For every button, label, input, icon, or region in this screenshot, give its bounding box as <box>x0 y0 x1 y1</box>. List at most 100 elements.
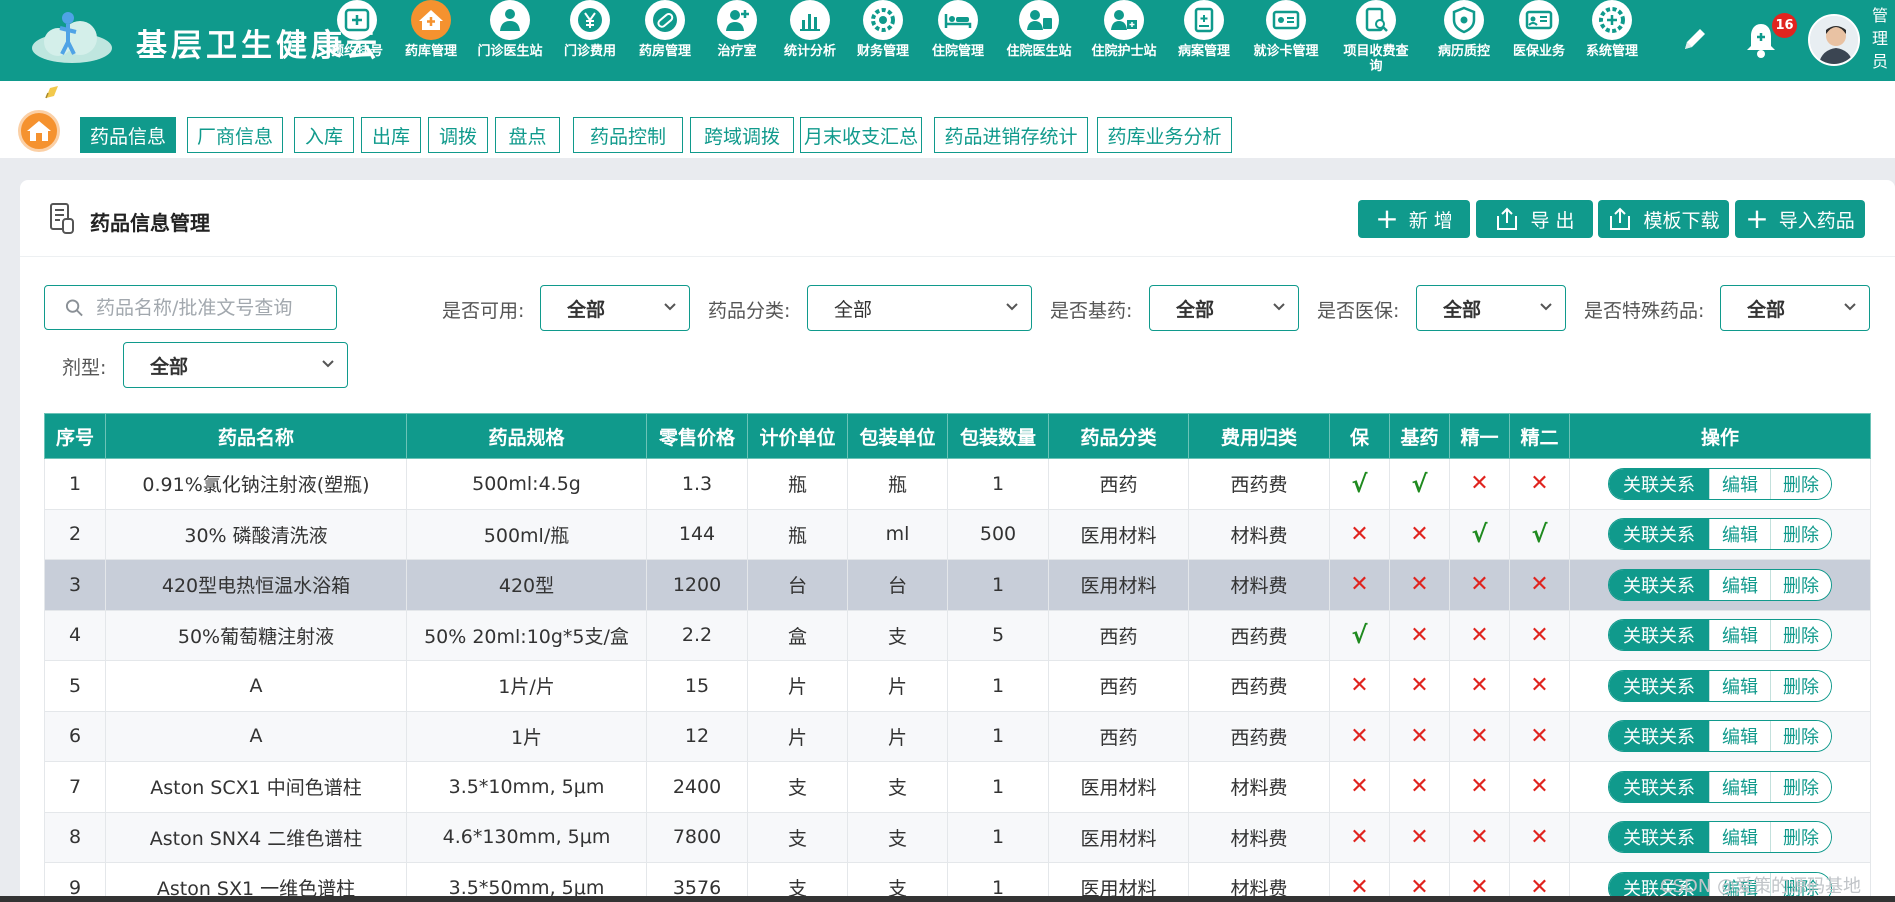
table-row[interactable]: 5 A 1片/片 15 片片 1 西药 西药费 ✕ ✕ ✕ ✕ 关联关系 编辑 删除 <box>44 660 1871 712</box>
export-button[interactable]: 导 出 <box>1476 200 1593 238</box>
tab-7[interactable]: 药品控制 <box>573 117 683 153</box>
delete-button[interactable]: 删除 <box>1770 519 1831 550</box>
pencil-icon[interactable] <box>1680 24 1710 54</box>
notification-badge[interactable]: 16 <box>1772 13 1797 38</box>
cell-jing2: ✕ <box>1509 458 1570 510</box>
nav-item-pill[interactable]: 药房管理 <box>631 0 699 59</box>
edit-button[interactable]: 编辑 <box>1709 771 1770 802</box>
nurse-station-icon <box>1104 0 1144 40</box>
nav-item-fee-search[interactable]: 项目收费查询 <box>1342 0 1410 74</box>
delete-button[interactable]: 删除 <box>1770 620 1831 651</box>
relation-button[interactable]: 关联关系 <box>1609 721 1709 752</box>
cell-jing1: ✕ <box>1449 761 1510 813</box>
insurance-filter-select[interactable]: 全部 <box>1416 285 1566 331</box>
relation-button[interactable]: 关联关系 <box>1609 670 1709 701</box>
edit-button[interactable]: 编辑 <box>1709 721 1770 752</box>
nav-item-shield-document[interactable]: 病历质控 <box>1430 0 1498 59</box>
essential-filter-select[interactable]: 全部 <box>1149 285 1299 331</box>
edit-button[interactable]: 编辑 <box>1709 670 1770 701</box>
delete-button[interactable]: 删除 <box>1770 670 1831 701</box>
nav-item-nurse-station[interactable]: 住院护士站 <box>1090 0 1158 59</box>
cross-mark-icon: ✕ <box>1350 824 1369 850</box>
divider <box>20 256 1895 257</box>
nav-item-yen-coin[interactable]: 门诊费用 <box>556 0 624 59</box>
nav-item-insurance-card[interactable]: 医保业务 <box>1505 0 1573 59</box>
tab-5[interactable]: 调拨 <box>428 117 488 153</box>
edit-button[interactable]: 编辑 <box>1709 519 1770 550</box>
tab-9[interactable]: 月末收支汇总 <box>800 117 922 153</box>
nav-item-nurse[interactable]: 治疗室 <box>703 0 771 59</box>
table-row[interactable]: 6 A 1片 12 片片 1 西药 西药费 ✕ ✕ ✕ ✕ 关联关系 编辑 删除 <box>44 710 1871 762</box>
cell-pack_unit: 支 <box>847 761 948 813</box>
tab-11[interactable]: 药库业务分析 <box>1097 117 1232 153</box>
nav-item-calendar-plus[interactable]: 预约挂号 <box>323 0 391 59</box>
dosage-filter-select[interactable]: 全部 <box>123 342 348 388</box>
nav-item-settings-plus[interactable]: 系统管理 <box>1578 0 1646 59</box>
tab-8[interactable]: 跨域调拨 <box>690 117 794 153</box>
delete-button[interactable]: 删除 <box>1770 468 1831 499</box>
table-row[interactable]: 8 Aston SNX4 二维色谱柱 4.6*130mm, 5μm 7800 支支 1 医用… <box>44 811 1871 863</box>
category-filter-select[interactable]: 全部 <box>807 285 1032 331</box>
delete-button[interactable]: 删除 <box>1770 721 1831 752</box>
cell-jiyao: √ <box>1389 458 1450 510</box>
edit-button[interactable]: 编辑 <box>1709 620 1770 651</box>
table-row[interactable]: 7 Aston SCX1 中间色谱柱 3.5*10mm, 5μm 2400 支支 1 医用材… <box>44 761 1871 813</box>
table-row[interactable]: 4 50%葡萄糖注射液 50% 20ml:10g*5支/盒 2.2 盒支 5 西药 西药费 √ ✕… <box>44 609 1871 661</box>
avatar[interactable] <box>1808 14 1860 66</box>
user-name[interactable]: 管理员 <box>1872 4 1888 73</box>
cell-jing2: ✕ <box>1509 609 1570 661</box>
nav-item-label: 系统管理 <box>1585 44 1638 59</box>
gear-money-icon <box>863 0 903 40</box>
template-download-button[interactable]: 模板下载 <box>1598 200 1729 238</box>
delete-button[interactable]: 删除 <box>1770 822 1831 853</box>
nav-item-label: 病历质控 <box>1437 44 1490 59</box>
table-row[interactable]: 2 30% 磷酸清洗液 500ml/瓶 144 瓶 ml 500 医用材料 材料费 ✕ ✕ √ √ 关联关… <box>44 508 1871 560</box>
chevron-down-icon <box>1273 303 1285 311</box>
cell-actions: 关联关系 编辑 删除 <box>1569 660 1871 712</box>
cell-bao: ✕ <box>1329 811 1390 863</box>
nav-item-pharmacy-house[interactable]: 药库管理 <box>397 0 465 59</box>
medicine-table: 序号 药品名称 药品规格 零售价格 计价单位 包装单位 包装数量 药品分类 费用归类保基药 精一精… <box>44 413 1871 902</box>
tab-4[interactable]: 出库 <box>361 117 421 153</box>
column-header: 计价单位 <box>747 413 848 459</box>
tab-3[interactable]: 入库 <box>294 117 354 153</box>
add-button[interactable]: + 新 增 <box>1358 200 1470 238</box>
nav-item-doctor-card[interactable]: 住院医生站 <box>1005 0 1073 59</box>
search-input[interactable] <box>96 296 336 319</box>
delete-button[interactable]: 删除 <box>1770 569 1831 600</box>
tab-6[interactable]: 盘点 <box>495 117 560 153</box>
import-medicine-button[interactable]: + 导入药品 <box>1735 200 1865 238</box>
cell-name: 30% 磷酸清洗液 <box>105 508 407 560</box>
relation-button[interactable]: 关联关系 <box>1609 519 1709 550</box>
nav-item-doctor[interactable]: 门诊医生站 <box>476 0 544 59</box>
edit-button[interactable]: 编辑 <box>1709 822 1770 853</box>
tab-2[interactable]: 厂商信息 <box>187 117 283 153</box>
delete-button[interactable]: 删除 <box>1770 771 1831 802</box>
nav-item-label: 项目收费查询 <box>1343 44 1409 74</box>
edit-button[interactable]: 编辑 <box>1709 569 1770 600</box>
table-row[interactable]: 3 420型电热恒温水浴箱 420型 1200 台台 1 医用材料 材料费 ✕ ✕ ✕ ✕ 关联关系 编辑… <box>44 559 1871 611</box>
search-box[interactable] <box>44 285 337 330</box>
nav-item-id-card[interactable]: 就诊卡管理 <box>1252 0 1320 59</box>
cell-spec: 500ml/瓶 <box>406 508 647 560</box>
nav-item-gear-money[interactable]: 财务管理 <box>849 0 917 59</box>
special-filter-select[interactable]: 全部 <box>1720 285 1870 331</box>
relation-button[interactable]: 关联关系 <box>1609 569 1709 600</box>
tab-1[interactable]: 药品信息 <box>80 117 176 153</box>
edit-button[interactable]: 编辑 <box>1709 468 1770 499</box>
table-row[interactable]: 1 0.91%氯化钠注射液(塑瓶) 500ml:4.5g 1.3 瓶瓶 1 西药 西药费 √ √ ✕… <box>44 458 1871 510</box>
relation-button[interactable]: 关联关系 <box>1609 620 1709 651</box>
relation-button[interactable]: 关联关系 <box>1609 822 1709 853</box>
relation-button[interactable]: 关联关系 <box>1609 468 1709 499</box>
nav-item-bar-chart[interactable]: 统计分析 <box>776 0 844 59</box>
tab-10[interactable]: 药品进销存统计 <box>934 117 1088 153</box>
relation-button[interactable]: 关联关系 <box>1609 771 1709 802</box>
cell-no: 3 <box>44 559 106 611</box>
home-icon[interactable] <box>18 110 60 152</box>
upload-icon <box>1497 207 1518 230</box>
nav-item-hospital-bed[interactable]: 住院管理 <box>924 0 992 59</box>
available-filter-select[interactable]: 全部 <box>540 285 690 331</box>
cell-price: 2400 <box>646 761 748 813</box>
nav-item-medical-record[interactable]: 病案管理 <box>1170 0 1238 59</box>
cross-mark-icon: ✕ <box>1470 471 1489 497</box>
